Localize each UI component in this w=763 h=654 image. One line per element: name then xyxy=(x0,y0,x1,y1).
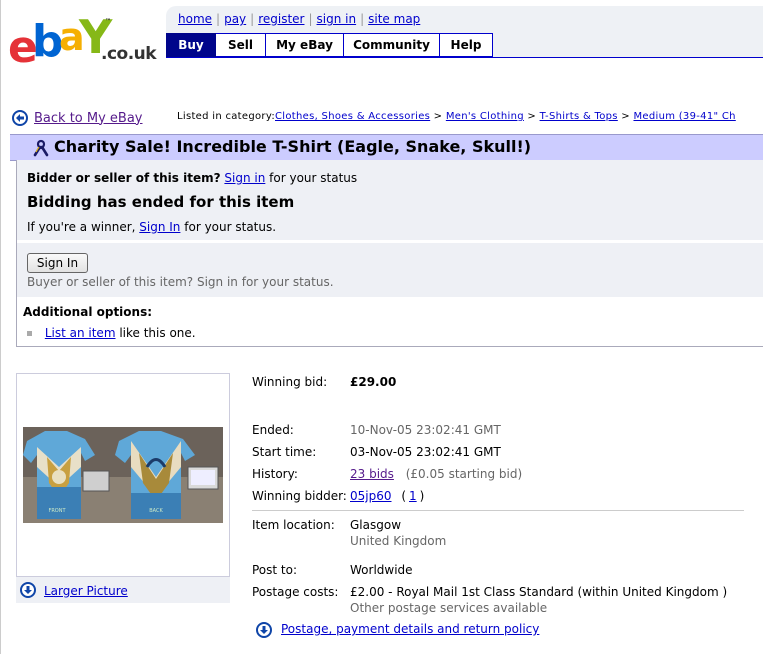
list-item-option: List an item like this one. xyxy=(27,326,196,340)
bidder-status-line: Bidder or seller of this item? Sign in f… xyxy=(27,171,357,185)
other-postage-note: Other postage services available xyxy=(350,601,548,615)
additional-options-heading: Additional options: xyxy=(23,305,153,319)
category-link-tshirts[interactable]: T-Shirts & Tops xyxy=(540,111,618,122)
winning-bid-label: Winning bid: xyxy=(252,375,328,389)
breadcrumb-separator: > xyxy=(527,111,537,122)
postage-policy-link[interactable]: Postage, payment details and return poli… xyxy=(281,622,539,636)
ended-value: 10-Nov-05 23:02:41 GMT xyxy=(350,423,501,437)
logo-domain: .co.uk xyxy=(101,44,157,64)
register-link[interactable]: register xyxy=(258,12,304,26)
arrow-down-icon xyxy=(20,582,36,598)
bidder-question: Bidder or seller of this item? xyxy=(27,171,221,185)
start-time-value: 03-Nov-05 23:02:41 GMT xyxy=(350,445,501,459)
winning-bidder-label: Winning bidder: xyxy=(252,489,347,503)
item-location-country: United Kingdom xyxy=(350,534,447,548)
category-link-medium[interactable]: Medium (39-41" Ch xyxy=(633,111,735,122)
site-map-link[interactable]: site map xyxy=(368,12,420,26)
ebay-logo[interactable]: e b a Y ™ .co.uk xyxy=(8,14,158,70)
tab-sell[interactable]: Sell xyxy=(216,33,266,57)
tab-buy[interactable]: Buy xyxy=(166,33,216,57)
postage-costs-value: £2.00 - Royal Mail 1st Class Standard (w… xyxy=(350,585,728,599)
item-location-label: Item location: xyxy=(252,518,335,532)
arrow-left-icon xyxy=(12,110,28,126)
shirt-back-label: BACK xyxy=(149,508,163,514)
tab-help[interactable]: Help xyxy=(440,33,493,57)
tab-my-ebay[interactable]: My eBay xyxy=(266,33,344,57)
start-time-label: Start time: xyxy=(252,445,317,459)
item-title-bar: Charity Sale! Incredible T-Shirt (Eagle,… xyxy=(10,134,763,161)
back-to-my-ebay[interactable]: Back to My eBay xyxy=(12,108,143,128)
separator: | xyxy=(216,12,221,26)
back-link-label: Back to My eBay xyxy=(34,110,143,126)
nav-tabs: Buy Sell My eBay Community Help xyxy=(166,33,493,57)
item-location-city: Glasgow xyxy=(350,518,402,532)
feedback-open: ( xyxy=(401,489,407,503)
bid-history-link[interactable]: 23 bids xyxy=(350,467,394,481)
logo-letter-e: e xyxy=(8,22,38,73)
post-to-label: Post to: xyxy=(252,563,298,577)
top-links: home | pay | register | sign in | site map xyxy=(178,12,420,26)
arrow-down-icon xyxy=(256,622,272,638)
history-value: 23 bids (£0.05 starting bid) xyxy=(350,467,522,481)
winner-suffix: for your status. xyxy=(184,220,277,234)
bidding-ended-heading: Bidding has ended for this item xyxy=(27,193,295,211)
winner-prefix: If you're a winner, xyxy=(27,220,136,234)
status-box: Bidder or seller of this item? Sign in f… xyxy=(16,160,763,347)
logo-letter-b: b xyxy=(32,16,63,67)
bidder-suffix: for your status xyxy=(269,171,358,185)
tab-community[interactable]: Community xyxy=(344,33,440,57)
starting-bid: (£0.05 starting bid) xyxy=(405,467,523,481)
item-photo[interactable]: FRONT BACK xyxy=(23,427,223,523)
sign-in-note: Buyer or seller of this item? Sign in fo… xyxy=(27,275,334,289)
sign-in-button[interactable]: Sign In xyxy=(27,253,88,273)
logo-trademark: ™ xyxy=(105,18,111,25)
sign-in-status-link[interactable]: Sign in xyxy=(224,171,265,185)
nav-underline xyxy=(166,57,763,58)
pay-link[interactable]: pay xyxy=(224,12,246,26)
shirt-front-label: FRONT xyxy=(48,508,66,514)
feedback-score-link[interactable]: 1 xyxy=(409,489,417,503)
history-label: History: xyxy=(252,467,298,481)
winning-bid-value: £29.00 xyxy=(350,375,397,389)
feedback-close: ) xyxy=(419,489,425,503)
category-breadcrumb: Listed in category:Clothes, Shoes & Acce… xyxy=(177,111,763,122)
separator: | xyxy=(360,12,365,26)
category-link-mens[interactable]: Men's Clothing xyxy=(446,111,524,122)
sign-in-link[interactable]: sign in xyxy=(317,12,357,26)
charity-ribbon-icon xyxy=(33,139,49,157)
item-picture-frame: FRONT BACK xyxy=(16,373,230,577)
larger-picture-link[interactable]: Larger Picture xyxy=(44,584,128,598)
page-left-border xyxy=(0,0,1,654)
winner-line: If you're a winner, Sign In for your sta… xyxy=(27,220,276,234)
list-suffix: like this one. xyxy=(119,326,196,340)
separator: | xyxy=(250,12,255,26)
ended-label: Ended: xyxy=(252,423,294,437)
postage-costs-label: Postage costs: xyxy=(252,585,339,599)
winner-sign-in-link[interactable]: Sign In xyxy=(139,220,180,234)
winning-bidder-link[interactable]: 05jp60 xyxy=(350,489,392,503)
post-to-value: Worldwide xyxy=(350,563,413,577)
list-an-item-link[interactable]: List an item xyxy=(45,326,116,340)
divider xyxy=(252,510,744,511)
larger-picture-bar[interactable]: Larger Picture xyxy=(16,577,230,603)
home-link[interactable]: home xyxy=(178,12,212,26)
category-prefix: Listed in category: xyxy=(177,111,275,122)
category-link-clothes[interactable]: Clothes, Shoes & Accessories xyxy=(275,111,430,122)
separator: | xyxy=(308,12,313,26)
page-title: Charity Sale! Incredible T-Shirt (Eagle,… xyxy=(54,137,532,156)
bullet-icon xyxy=(27,331,32,336)
breadcrumb-separator: > xyxy=(621,111,630,122)
winning-bidder-value: 05jp60 (1) xyxy=(350,489,424,503)
breadcrumb-separator: > xyxy=(433,111,443,122)
